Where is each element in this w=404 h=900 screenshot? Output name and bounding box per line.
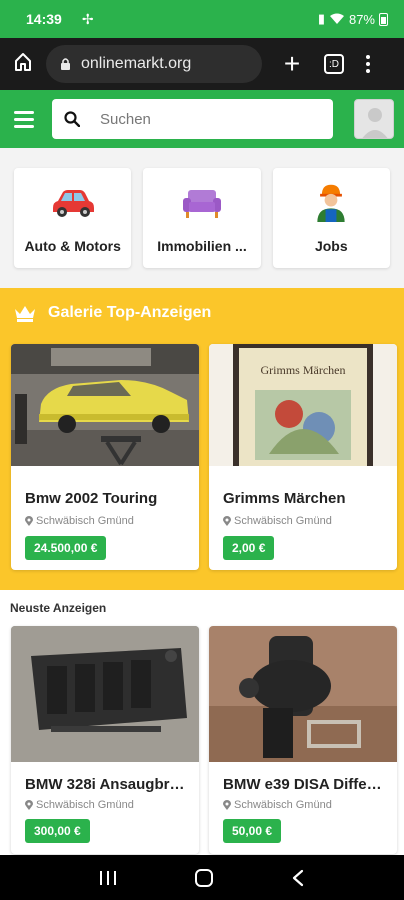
location-text: Schwäbisch Gmünd [36,515,134,527]
listing-location: Schwäbisch Gmünd [25,515,134,527]
price-badge: 50,00 € [223,819,282,843]
more-menu-icon[interactable] [366,55,370,73]
location-pin-icon [25,800,33,810]
listing-title: BMW e39 DISA Differenzial [223,776,385,793]
fan-icon: ✢ [81,10,94,27]
category-label: Auto & Motors [24,238,121,254]
tabs-button[interactable]: :D [324,54,344,74]
gallery-title: Galerie Top-Anzeigen [48,304,212,321]
category-immobilien[interactable]: Immobilien ... [143,168,261,268]
listing-location: Schwäbisch Gmünd [25,799,134,811]
tab-count-label: :D [329,58,339,70]
location-pin-icon [223,516,231,526]
status-bar: 14:39 ✢ ▮ 87% [0,0,404,38]
gallery-card[interactable]: Bmw 2002 Touring Schwäbisch Gmünd 24.500… [11,344,199,570]
book-cover-title: Grimms Märchen [261,363,346,377]
listing-title: Grimms Märchen [223,490,346,507]
search-box[interactable] [52,99,333,139]
listing-location: Schwäbisch Gmünd [223,799,332,811]
listing-image: Grimms Märchen [209,344,397,466]
system-nav-bar [0,855,404,900]
category-label: Immobilien ... [157,238,247,254]
location-pin-icon [25,516,33,526]
avatar[interactable] [354,99,394,139]
home-button-icon[interactable] [194,868,214,888]
gallery-card[interactable]: Grimms Märchen Grimms Märchen Schwäbisch… [209,344,397,570]
search-icon [64,111,80,127]
gallery-section: Galerie Top-Anzeigen Bmw 2002 Touring Sc… [0,288,404,590]
gallery-header: Galerie Top-Anzeigen [14,304,211,322]
new-tab-icon[interactable]: + [280,48,304,80]
wifi-icon [329,13,344,24]
menu-icon[interactable] [14,110,34,128]
home-icon[interactable] [0,52,46,77]
listing-image [11,344,199,466]
worker-icon [317,184,345,222]
location-pin-icon [223,800,231,810]
category-auto[interactable]: Auto & Motors [14,168,132,268]
listing-card[interactable]: BMW 328i Ansaugbrücke Schwäbisch Gmünd 3… [11,626,199,854]
battery-percent: 87% [348,11,375,27]
sofa-icon [182,190,221,218]
url-bar[interactable]: onlinemarkt.org [46,45,262,83]
car-icon [52,190,94,217]
price-badge: 2,00 € [223,536,275,560]
price-badge: 300,00 € [25,819,90,843]
lock-icon [61,58,70,70]
listing-image [209,626,397,762]
url-text: onlinemarkt.org [81,55,192,72]
battery-icon [379,12,388,26]
category-section: Auto & Motors Immobilien ... Jobs [0,148,404,288]
location-text: Schwäbisch Gmünd [234,799,332,811]
recent-apps-icon[interactable] [99,870,117,886]
status-time: 14:39 [26,11,62,27]
listing-location: Schwäbisch Gmünd [223,515,332,527]
search-input[interactable] [100,110,300,128]
location-text: Schwäbisch Gmünd [36,799,134,811]
category-label: Jobs [314,238,348,254]
listing-title: Bmw 2002 Touring [25,490,158,507]
status-right: ▮ 87% [318,11,388,27]
location-text: Schwäbisch Gmünd [234,515,332,527]
price-badge: 24.500,00 € [25,536,107,560]
crown-icon [15,306,35,322]
latest-listings-title: Neuste Anzeigen [10,601,107,615]
listing-card[interactable]: BMW e39 DISA Differenzial Schwäbisch Gmü… [209,626,397,854]
listing-image [11,626,199,762]
vibrate-icon: ▮ [317,11,325,26]
category-jobs[interactable]: Jobs [272,168,390,268]
listing-title: BMW 328i Ansaugbrücke [25,776,187,793]
app-header [0,90,404,148]
browser-toolbar: onlinemarkt.org + :D [0,38,404,90]
back-icon[interactable] [291,869,305,887]
